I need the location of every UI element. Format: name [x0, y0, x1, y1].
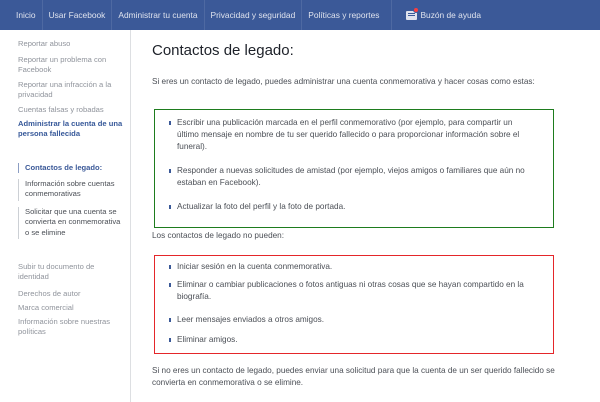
nav-divider: [203, 0, 205, 30]
bullet-icon: [169, 169, 171, 173]
bullet-icon: [169, 318, 171, 322]
main-content: Contactos de legado: Si eres un contacto…: [132, 30, 600, 402]
page-title: Contactos de legado:: [152, 42, 294, 59]
help-inbox-label: Buzón de ayuda: [420, 10, 481, 20]
top-navigation-bar: Inicio Usar Facebook Administrar tu cuen…: [0, 0, 600, 30]
sidebar-copyright[interactable]: Derechos de autor: [18, 289, 126, 299]
list-item: Eliminar o cambiar publicaciones o fotos…: [169, 279, 529, 303]
sidebar-policies-info[interactable]: Información sobre nuestras políticas: [18, 317, 126, 338]
bullet-icon: [169, 265, 171, 269]
nav-divider: [111, 0, 113, 30]
help-inbox-link[interactable]: Buzón de ayuda: [406, 6, 481, 20]
outro-text: Si no eres un contacto de legado, puedes…: [152, 366, 555, 387]
cannot-do-box: Iniciar sesión en la cuenta conmemorativ…: [154, 255, 554, 354]
nav-privacy-security[interactable]: Privacidad y seguridad: [211, 10, 296, 20]
list-item: Escribir una publicación marcada en el p…: [169, 117, 529, 152]
intro-text: Si eres un contacto de legado, puedes ad…: [152, 77, 535, 86]
inbox-icon: [406, 6, 420, 20]
top-nav: Inicio Usar Facebook Administrar tu cuen…: [16, 0, 481, 30]
nav-policies-reports[interactable]: Políticas y reportes: [308, 10, 379, 20]
nav-manage-account[interactable]: Administrar tu cuenta: [118, 10, 197, 20]
list-item: Responder a nuevas solicitudes de amista…: [169, 165, 529, 189]
sidebar-fake-accounts[interactable]: Cuentas falsas y robadas: [18, 105, 126, 115]
notification-badge: [413, 6, 420, 13]
list-item: Iniciar sesión en la cuenta conmemorativ…: [169, 261, 529, 273]
sidebar-current-section[interactable]: Administrar la cuenta de una persona fal…: [18, 119, 126, 140]
nav-home[interactable]: Inicio: [16, 10, 36, 20]
bullet-icon: [169, 338, 171, 342]
sidebar-report-problem[interactable]: Reportar un problema con Facebook: [18, 55, 126, 76]
sidebar-item-legacy-contacts[interactable]: Contactos de legado:: [18, 163, 126, 173]
cannot-heading: Los contactos de legado no pueden:: [152, 231, 285, 240]
list-item: Actualizar la foto del perfil y la foto …: [169, 201, 529, 213]
sidebar: Reportar abuso Reportar un problema con …: [0, 30, 131, 402]
sidebar-item-request-memorial[interactable]: Solicitar que una cuenta se convierta en…: [18, 207, 126, 238]
nav-use-facebook[interactable]: Usar Facebook: [49, 10, 106, 20]
nav-divider: [301, 0, 303, 30]
bullet-icon: [169, 205, 171, 209]
sidebar-item-memorial-info[interactable]: Información sobre cuentas conmemorativas: [18, 179, 126, 200]
sidebar-report-abuse[interactable]: Reportar abuso: [18, 39, 126, 49]
nav-divider: [41, 0, 43, 30]
sidebar-upload-id[interactable]: Subir tu documento de identidad: [18, 262, 126, 283]
list-item: Eliminar amigos.: [169, 334, 529, 346]
bullet-icon: [169, 283, 171, 287]
bullet-icon: [169, 121, 171, 125]
list-item: Leer mensajes enviados a otros amigos.: [169, 314, 529, 326]
can-do-box: Escribir una publicación marcada en el p…: [154, 109, 554, 228]
sidebar-trademark[interactable]: Marca comercial: [18, 303, 126, 313]
sidebar-report-privacy[interactable]: Reportar una infracción a la privacidad: [18, 80, 126, 101]
nav-divider: [391, 0, 393, 30]
